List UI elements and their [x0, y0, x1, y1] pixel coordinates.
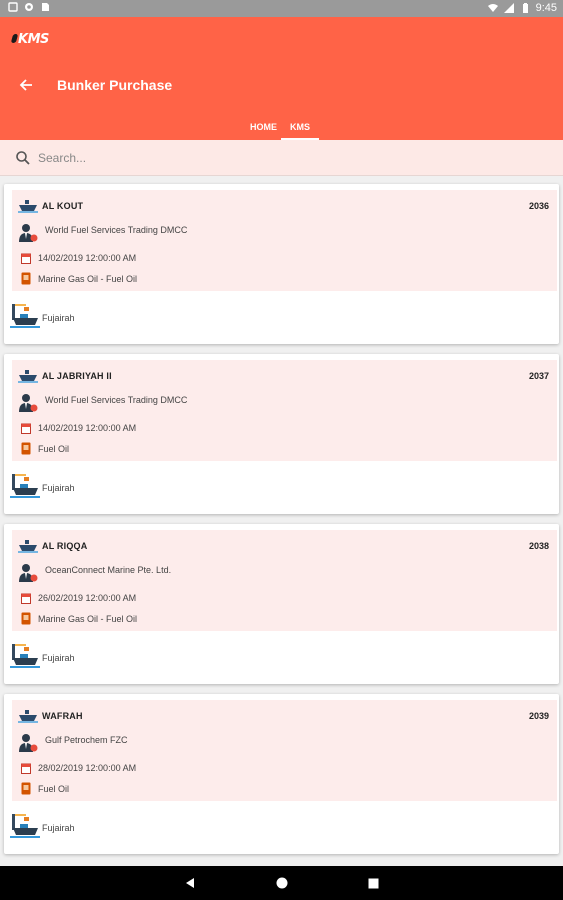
calendar-icon: [21, 593, 31, 604]
arrow-back-icon: [19, 79, 32, 91]
supplier-name: World Fuel Services Trading DMCC: [45, 225, 188, 235]
purchase-number: 2036: [528, 201, 549, 211]
fuel-type: Marine Gas Oil - Fuel Oil: [38, 274, 138, 284]
tab-bar: HOME KMS: [245, 114, 319, 140]
purchase-card[interactable]: AL RIQQA 2038 OceanConnect Marine Pte. L…: [4, 524, 559, 684]
card-details: WAFRAH 2039 Gulf Petrochem FZC 28/02/201…: [12, 700, 557, 801]
circle-home-icon: [276, 877, 287, 889]
purchase-card[interactable]: AL KOUT 2036 World Fuel Services Trading…: [4, 184, 559, 344]
search-icon: [16, 151, 30, 165]
purchase-date: 28/02/2019 12:00:00 AM: [38, 763, 137, 773]
ship-icon: [18, 710, 38, 723]
fuel-type: Marine Gas Oil - Fuel Oil: [38, 614, 138, 624]
back-button[interactable]: [14, 73, 38, 97]
nav-home-button[interactable]: [275, 876, 289, 890]
purchase-card[interactable]: WAFRAH 2039 Gulf Petrochem FZC 28/02/201…: [4, 694, 559, 854]
port-icon: [10, 304, 40, 328]
card-details: AL JABRIYAH II 2037 World Fuel Services …: [12, 360, 557, 461]
sync-icon: [25, 3, 33, 11]
ship-icon: [18, 370, 38, 383]
purchase-number: 2039: [528, 711, 549, 721]
supplier-icon: [19, 734, 38, 752]
port-icon: [10, 644, 40, 668]
fuel-icon: [21, 442, 31, 455]
fuel-type: Fuel Oil: [38, 784, 70, 794]
app-logo: KMS: [10, 32, 49, 47]
search-input[interactable]: [38, 148, 538, 168]
page-title: Bunker Purchase: [57, 77, 173, 93]
card-details: AL KOUT 2036 World Fuel Services Trading…: [12, 190, 557, 291]
purchase-date: 14/02/2019 12:00:00 AM: [38, 253, 137, 263]
notification-icon: [8, 2, 18, 12]
triangle-back-icon: [185, 878, 194, 888]
fuel-icon: [21, 782, 31, 795]
purchase-number: 2037: [528, 371, 549, 381]
fuel-type: Fuel Oil: [38, 444, 70, 454]
purchase-list: AL KOUT 2036 World Fuel Services Trading…: [0, 176, 563, 866]
app-bar: KMS Bunker Purchase HOME KMS: [0, 17, 563, 140]
nav-back-button[interactable]: [183, 876, 197, 890]
fuel-icon: [21, 272, 31, 285]
port-name: Fujairah: [42, 823, 75, 833]
port-name: Fujairah: [42, 313, 75, 323]
supplier-icon: [19, 394, 38, 412]
vessel-name: WAFRAH: [42, 711, 83, 721]
purchase-date: 26/02/2019 12:00:00 AM: [38, 593, 137, 603]
signal-icon: [503, 3, 514, 13]
square-recents-icon: [368, 878, 379, 888]
sd-card-icon: [42, 3, 49, 11]
ship-icon: [18, 200, 38, 213]
supplier-name: World Fuel Services Trading DMCC: [45, 395, 188, 405]
fuel-icon: [21, 612, 31, 625]
port-name: Fujairah: [42, 483, 75, 493]
nav-recents-button[interactable]: [367, 876, 381, 890]
vessel-name: AL KOUT: [42, 201, 84, 211]
purchase-date: 14/02/2019 12:00:00 AM: [38, 423, 137, 433]
status-bar: 9:45: [0, 0, 563, 17]
tab-kms[interactable]: KMS: [281, 114, 319, 140]
card-details: AL RIQQA 2038 OceanConnect Marine Pte. L…: [12, 530, 557, 631]
port-icon: [10, 474, 40, 498]
status-time: 9:45: [535, 2, 557, 14]
calendar-icon: [21, 253, 31, 264]
purchase-card[interactable]: AL JABRIYAH II 2037 World Fuel Services …: [4, 354, 559, 514]
tab-home[interactable]: HOME: [245, 114, 281, 140]
calendar-icon: [21, 763, 31, 774]
vessel-name: AL JABRIYAH II: [42, 371, 112, 381]
calendar-icon: [21, 423, 31, 434]
search-bar: [0, 140, 563, 176]
supplier-icon: [19, 564, 38, 582]
port-icon: [10, 814, 40, 838]
supplier-icon: [19, 224, 38, 242]
supplier-name: OceanConnect Marine Pte. Ltd.: [45, 565, 172, 575]
port-name: Fujairah: [42, 653, 75, 663]
system-nav-bar: [0, 866, 563, 900]
ship-icon: [18, 540, 38, 553]
supplier-name: Gulf Petrochem FZC: [45, 735, 128, 745]
vessel-name: AL RIQQA: [42, 541, 88, 551]
purchase-number: 2038: [528, 541, 549, 551]
wifi-icon: [487, 4, 498, 12]
battery-icon: [522, 3, 528, 13]
